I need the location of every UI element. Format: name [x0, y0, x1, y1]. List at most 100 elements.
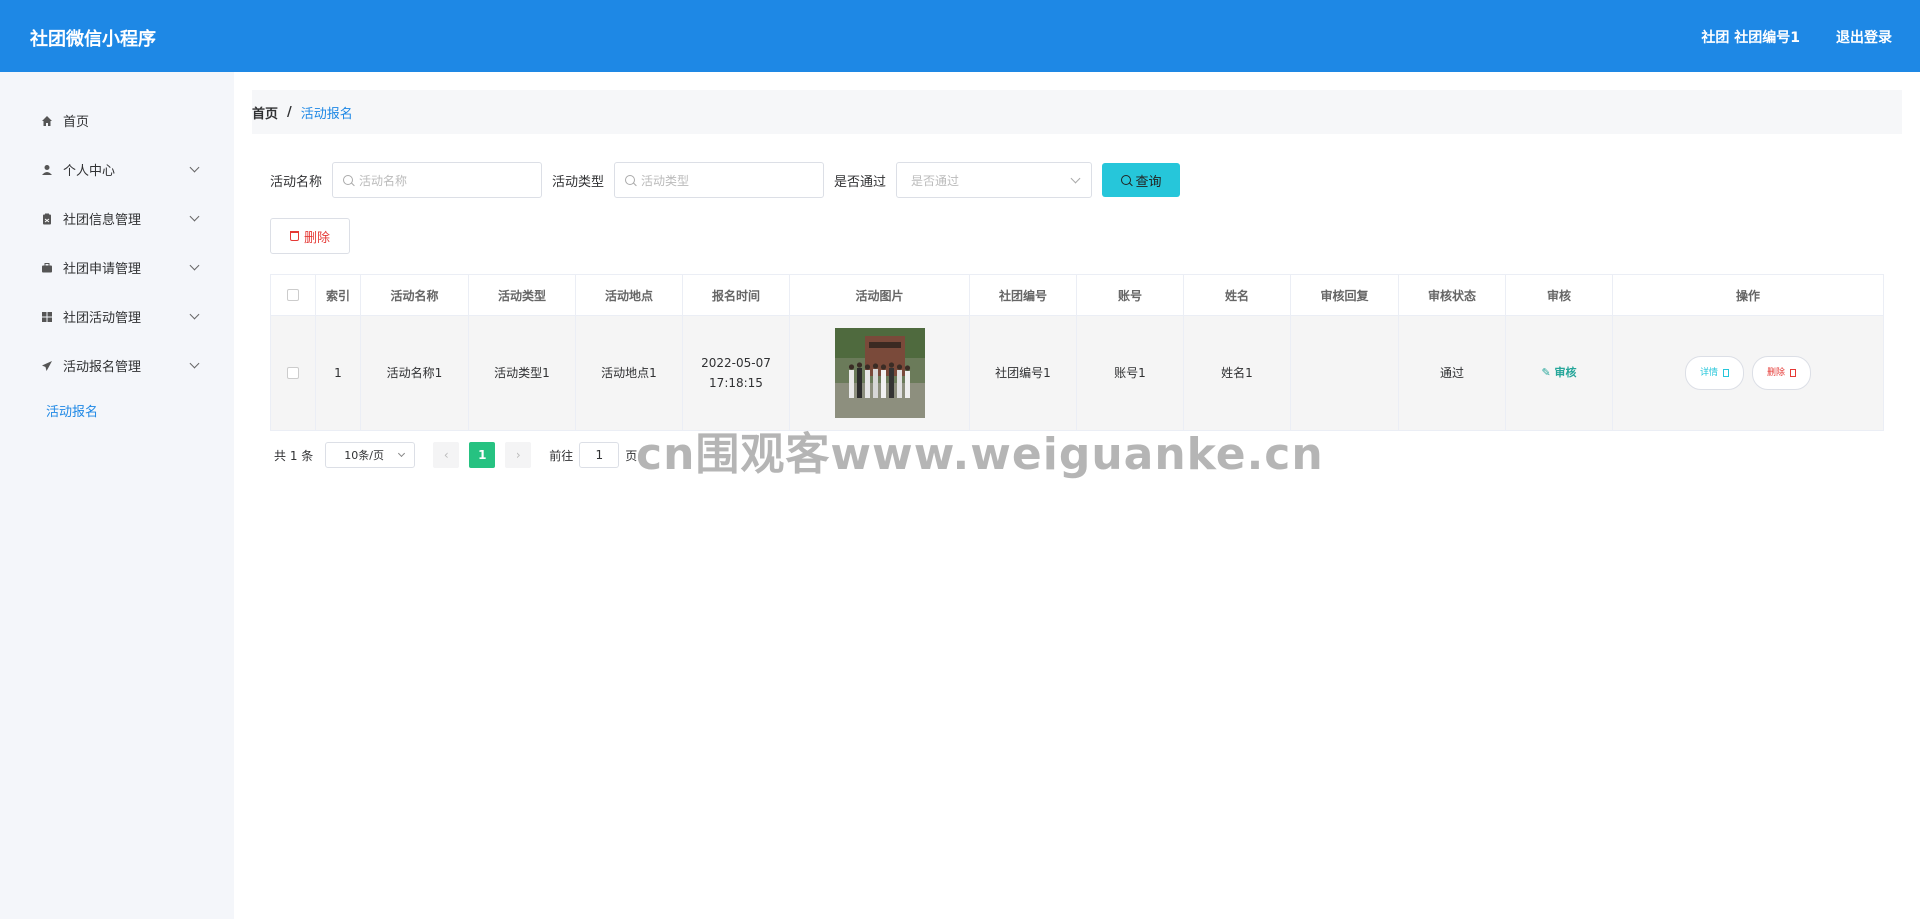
cell-account: 账号1 [1077, 316, 1184, 430]
chevron-down-icon [1070, 173, 1081, 184]
row-select[interactable] [271, 316, 316, 430]
trash-icon [1790, 369, 1797, 377]
table-header: 索引 活动名称 活动类型 活动地点 报名时间 活动图片 社团编号 账号 姓名 审… [271, 275, 1883, 316]
activity-name-label: 活动名称 [270, 174, 323, 190]
breadcrumb: 首页 / 活动报名 [252, 90, 1902, 134]
sidebar-item-label: 社团信息管理 [63, 213, 142, 228]
search-icon [343, 175, 354, 185]
activity-name-input[interactable]: 活动名称 [332, 162, 543, 198]
cell-activity-image [790, 316, 970, 430]
breadcrumb-separator: / [287, 104, 292, 120]
pagination: 共 1 条 10条/页 ‹ 1 › 前往 1 页 [274, 442, 637, 468]
chevron-down-icon [189, 358, 200, 369]
breadcrumb-home[interactable]: 首页 [252, 103, 278, 122]
prev-page-button[interactable]: ‹ [433, 442, 460, 468]
row-delete-button[interactable]: 删除 [1752, 356, 1812, 390]
query-button-label: 查询 [1135, 174, 1162, 190]
goto-page-input[interactable]: 1 [579, 442, 620, 468]
query-button[interactable]: 查询 [1102, 163, 1181, 197]
header-audit-status: 审核状态 [1399, 275, 1506, 315]
cell-signup-time: 2022-05-07 17:18:15 [683, 316, 790, 430]
next-page-button[interactable]: › [505, 442, 532, 468]
cell-activity-location: 活动地点1 [576, 316, 683, 430]
detail-button-label: 详情 [1699, 368, 1718, 378]
cell-actions: 详情 删除 [1613, 316, 1883, 430]
watermark: cn围观客www.weiguanke.cn [636, 429, 1324, 480]
batch-delete-button[interactable]: 删除 [270, 218, 350, 254]
sidebar-item-label: 个人中心 [63, 164, 116, 179]
is-passed-select[interactable]: 是否通过 [896, 162, 1093, 198]
header-index: 索引 [316, 275, 361, 315]
sidebar-item-label: 活动报名管理 [63, 360, 142, 375]
header-activity-name: 活动名称 [361, 275, 469, 315]
sidebar-item-label: 首页 [63, 115, 90, 130]
search-icon [625, 175, 636, 185]
audit-link-label: 审核 [1554, 366, 1577, 379]
row-checkbox[interactable] [287, 367, 299, 379]
header-select-all[interactable] [271, 275, 316, 315]
cell-audit: ✎ 审核 [1506, 316, 1613, 430]
cell-activity-type: 活动类型1 [469, 316, 576, 430]
chevron-down-icon [189, 211, 200, 222]
header-audit: 审核 [1506, 275, 1613, 315]
sidebar-item-label: 社团申请管理 [63, 262, 142, 277]
sidebar-item-label: 社团活动管理 [63, 311, 142, 326]
sidebar-item-home[interactable]: 首页 [0, 96, 234, 145]
goto-label: 前往 [549, 448, 574, 463]
logout-link[interactable]: 退出登录 [1836, 27, 1892, 47]
sidebar-item-club-info[interactable]: 社团信息管理 [0, 194, 234, 243]
header-account: 账号 [1077, 275, 1184, 315]
cell-index: 1 [316, 316, 361, 430]
delete-button-label: 删除 [303, 230, 330, 246]
clipboard-icon [40, 212, 53, 225]
select-all-checkbox[interactable] [287, 289, 299, 301]
page-button-1[interactable]: 1 [469, 442, 496, 468]
chevron-down-icon [398, 449, 406, 458]
document-icon [1723, 369, 1729, 377]
page-size-select[interactable]: 10条/页 [325, 442, 416, 468]
trash-icon [289, 231, 299, 241]
header-actions: 操作 [1735, 288, 1760, 303]
sidebar-subitem-activity-signup[interactable]: 活动报名 [0, 390, 234, 430]
table-row: 1 活动名称1 活动类型1 活动地点1 2022-05-07 17:18:15 [271, 316, 1883, 430]
cell-activity-name: 活动名称1 [361, 316, 469, 430]
sidebar-item-club-activity[interactable]: 社团活动管理 [0, 292, 234, 341]
header-club-no: 社团编号 [970, 275, 1077, 315]
cell-audit-reply [1291, 316, 1399, 430]
audit-link[interactable]: ✎ 审核 [1541, 363, 1576, 383]
row-delete-button-label: 删除 [1767, 368, 1786, 378]
activity-type-placeholder: 活动类型 [641, 173, 690, 188]
main-content: 首页 / 活动报名 活动名称 活动名称 活动类型 活动类型 是否通过 是否通过 … [234, 72, 1920, 919]
activity-type-label: 活动类型 [552, 174, 605, 190]
home-icon [40, 114, 53, 127]
header-activity-image: 活动图片 [790, 275, 970, 315]
header-audit-reply: 审核回复 [1291, 275, 1399, 315]
cell-club-no: 社团编号1 [970, 316, 1077, 430]
activity-name-placeholder: 活动名称 [359, 173, 408, 188]
sidebar: 首页 个人中心 社团信息管理 社团申请管理 社团活动管理 活动报名管理 活动报名 [0, 72, 234, 919]
header-signup-time: 报名时间 [683, 275, 790, 315]
chevron-down-icon [189, 162, 200, 173]
activity-type-input[interactable]: 活动类型 [614, 162, 825, 198]
search-bar: 活动名称 活动名称 活动类型 活动类型 是否通过 是否通过 查询 [270, 162, 1181, 198]
is-passed-placeholder: 是否通过 [911, 173, 960, 188]
activity-photo[interactable] [834, 328, 925, 418]
header-activity-type: 活动类型 [469, 275, 576, 315]
cell-audit-status: 通过 [1399, 316, 1506, 430]
user-icon [40, 163, 53, 176]
edit-icon: ✎ [1541, 366, 1555, 379]
chevron-down-icon [189, 309, 200, 320]
page-size-value: 10条/页 [344, 449, 384, 462]
signup-table: 索引 活动名称 活动类型 活动地点 报名时间 活动图片 社团编号 账号 姓名 审… [270, 274, 1884, 431]
detail-button[interactable]: 详情 [1684, 356, 1744, 390]
sidebar-item-club-application[interactable]: 社团申请管理 [0, 243, 234, 292]
send-icon [40, 359, 53, 372]
app-title: 社团微信小程序 [30, 29, 156, 50]
breadcrumb-current: 活动报名 [300, 106, 353, 122]
search-icon [1120, 175, 1131, 185]
sidebar-item-personal-center[interactable]: 个人中心 [0, 145, 234, 194]
grid-icon [40, 310, 53, 323]
briefcase-icon [40, 261, 53, 274]
header-name: 姓名 [1184, 275, 1291, 315]
sidebar-item-activity-signup[interactable]: 活动报名管理 [0, 341, 234, 390]
